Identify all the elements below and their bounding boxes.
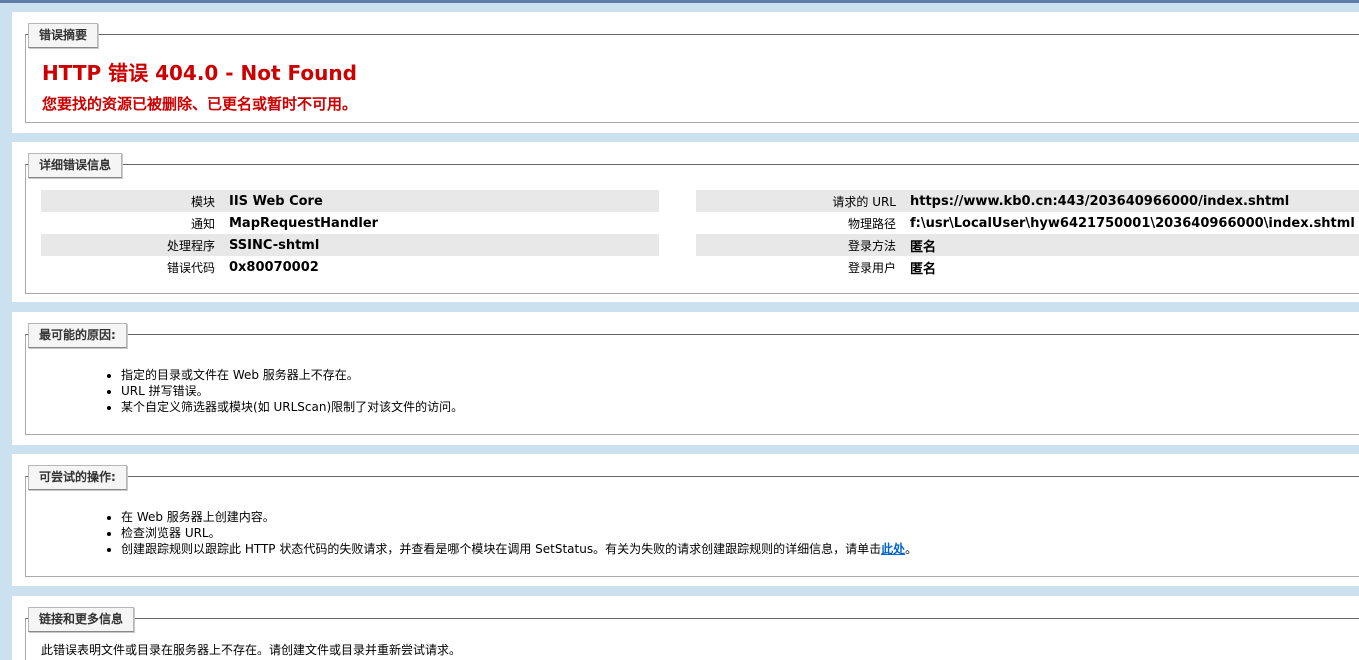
list-item-end: 。 [905, 542, 918, 556]
detail-row-module: 模块 IIS Web Core [41, 190, 659, 212]
top-border-bar [0, 0, 1359, 3]
detail-value: SSINC-shtml [229, 237, 320, 253]
detail-label: 登录用户 [847, 260, 896, 275]
detail-row-error-code: 错误代码 0x80070002 [41, 256, 659, 278]
likely-causes-list: 指定的目录或文件在 Web 服务器上不存在。 URL 拼写错误。 某个自定义筛选… [92, 367, 463, 415]
list-item: URL 拼写错误。 [121, 383, 463, 399]
detailed-error-panel: 详细错误信息 模块 IIS Web Core 通知 MapRequestHand… [12, 142, 1359, 302]
detail-row-requested-url: 请求的 URL https://www.kb0.cn:443/203640966… [696, 190, 1359, 212]
error-subtitle: 您要找的资源已被删除、已更名或暂时不可用。 [42, 95, 358, 113]
detail-label: 通知 [190, 216, 215, 231]
list-item: 在 Web 服务器上创建内容。 [121, 509, 917, 525]
detailed-error-legend: 详细错误信息 [28, 153, 123, 178]
detail-row-logon-method: 登录方法 匿名 [696, 234, 1359, 256]
more-info-text: 此错误表明文件或目录在服务器上不存在。请创建文件或目录并重新尝试请求。 [41, 643, 462, 657]
detail-table-left: 模块 IIS Web Core 通知 MapRequestHandler 处理程… [41, 190, 659, 278]
here-link[interactable]: 此处 [881, 542, 905, 556]
likely-causes-legend: 最可能的原因: [28, 323, 127, 348]
error-title: HTTP 错误 404.0 - Not Found [42, 61, 357, 85]
detail-value: 0x80070002 [229, 259, 319, 275]
list-item-text: 创建跟踪规则以跟踪此 HTTP 状态代码的失败请求，并查看是哪个模块在调用 Se… [121, 542, 882, 556]
error-summary-panel: 错误摘要 HTTP 错误 404.0 - Not Found 您要找的资源已被删… [12, 12, 1359, 133]
detail-label: 处理程序 [166, 238, 215, 253]
detail-label: 模块 [190, 194, 215, 209]
detail-row-physical-path: 物理路径 f:\usr\LocalUser\hyw6421750001\2036… [696, 212, 1359, 234]
list-item: 某个自定义筛选器或模块(如 URLScan)限制了对该文件的访问。 [121, 399, 463, 415]
things-to-try-panel: 可尝试的操作: 在 Web 服务器上创建内容。 检查浏览器 URL。 创建跟踪规… [12, 454, 1359, 586]
more-info-legend: 链接和更多信息 [28, 607, 135, 632]
detail-label: 物理路径 [847, 216, 896, 231]
detail-value: https://www.kb0.cn:443/203640966000/inde… [910, 193, 1290, 209]
detail-table-right: 请求的 URL https://www.kb0.cn:443/203640966… [696, 190, 1359, 278]
detail-value: f:\usr\LocalUser\hyw6421750001\203640966… [910, 215, 1355, 231]
detail-label: 请求的 URL [832, 194, 896, 209]
detail-label: 错误代码 [166, 260, 215, 275]
list-item: 检查浏览器 URL。 [121, 525, 917, 541]
likely-causes-panel: 最可能的原因: 指定的目录或文件在 Web 服务器上不存在。 URL 拼写错误。… [12, 312, 1359, 445]
detail-value: 匿名 [910, 239, 937, 255]
detail-row-logon-user: 登录用户 匿名 [696, 256, 1359, 278]
detail-row-handler: 处理程序 SSINC-shtml [41, 234, 659, 256]
more-info-panel: 链接和更多信息 此错误表明文件或目录在服务器上不存在。请创建文件或目录并重新尝试… [12, 596, 1359, 660]
things-to-try-legend: 可尝试的操作: [28, 465, 127, 490]
detail-value: 匿名 [910, 261, 937, 277]
list-item: 指定的目录或文件在 Web 服务器上不存在。 [121, 367, 463, 383]
detail-value: MapRequestHandler [229, 215, 379, 231]
things-to-try-list: 在 Web 服务器上创建内容。 检查浏览器 URL。 创建跟踪规则以跟踪此 HT… [92, 509, 917, 557]
detail-label: 登录方法 [847, 238, 896, 253]
list-item: 创建跟踪规则以跟踪此 HTTP 状态代码的失败请求，并查看是哪个模块在调用 Se… [121, 541, 917, 557]
detail-value: IIS Web Core [229, 193, 323, 209]
detail-row-notification: 通知 MapRequestHandler [41, 212, 659, 234]
error-summary-legend: 错误摘要 [28, 23, 99, 48]
